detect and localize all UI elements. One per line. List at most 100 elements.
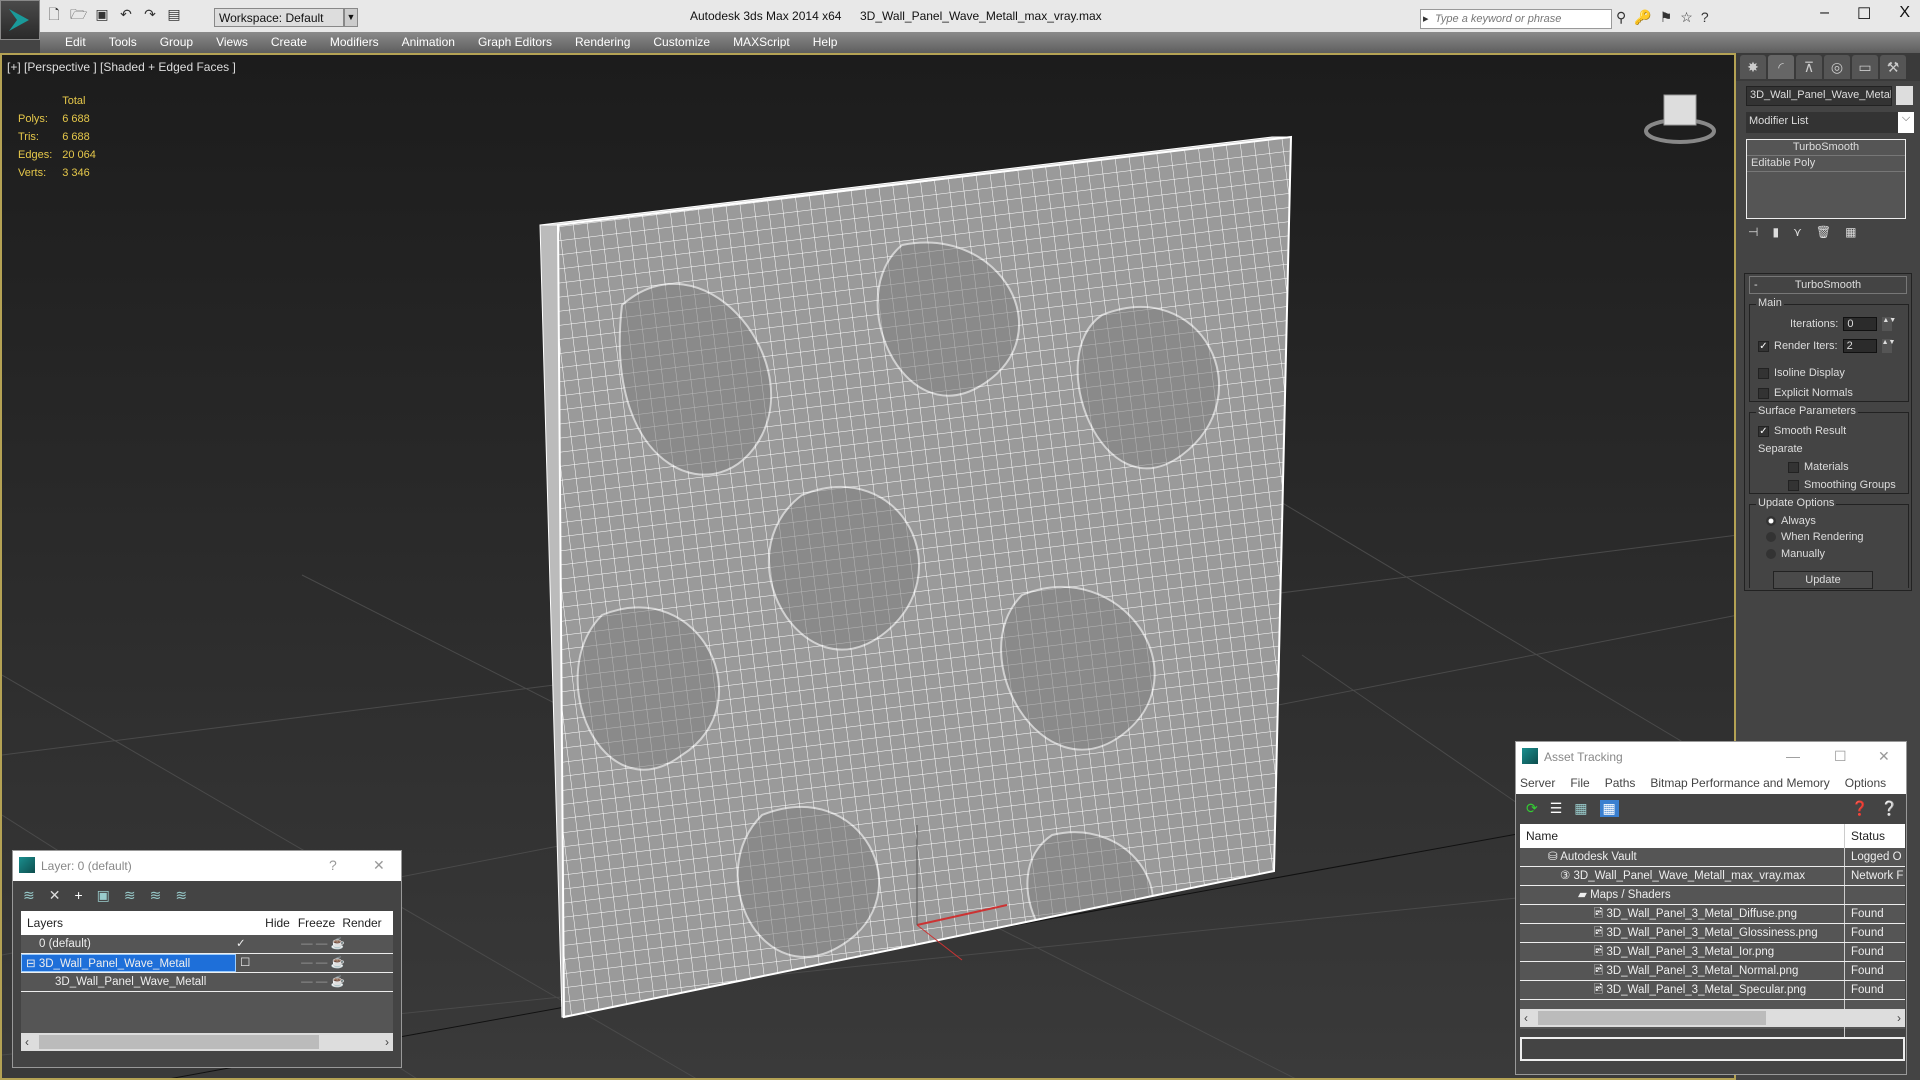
undo-icon[interactable]: ↶ <box>118 6 134 22</box>
open-file-icon[interactable]: 🗁 <box>70 6 87 22</box>
make-unique-icon[interactable]: ⋎ <box>1793 225 1802 239</box>
close-dialog-button[interactable]: ✕ <box>1878 748 1890 765</box>
remove-modifier-icon[interactable]: 🗑 <box>1816 225 1831 239</box>
refresh-icon[interactable]: ⟳ <box>1526 800 1538 817</box>
materials-checkbox[interactable] <box>1788 461 1799 473</box>
menu-file[interactable]: File <box>1570 776 1589 794</box>
render-iters-input[interactable]: 2 <box>1842 339 1877 353</box>
layer-row-selected[interactable]: ⊟ 3D_Wall_Panel_Wave_Metall ☐ — — ☕ <box>21 954 393 973</box>
column-header-layers[interactable]: Layers <box>21 911 236 935</box>
menu-modifiers[interactable]: Modifiers <box>319 32 391 53</box>
render-iters-spinner[interactable]: ▲▼ <box>1881 339 1895 353</box>
smoothing-groups-checkbox[interactable] <box>1788 479 1799 491</box>
help-icon[interactable]: ❔ <box>1881 800 1898 817</box>
binoculars-icon[interactable]: ⚲ <box>1616 9 1626 26</box>
new-file-icon[interactable]: 🗋 <box>46 6 62 22</box>
hierarchy-tab-icon[interactable]: ⊼ <box>1796 55 1822 79</box>
menu-customize[interactable]: Customize <box>642 32 722 53</box>
menu-animation[interactable]: Animation <box>391 32 467 53</box>
when-rendering-radio[interactable] <box>1766 532 1776 542</box>
workspace-dropdown[interactable]: Workspace: Default <box>214 8 344 27</box>
help-button[interactable]: ? <box>329 857 337 873</box>
new-layer-icon[interactable]: ≋ <box>23 887 35 904</box>
viewport-label[interactable]: [+] [Perspective ] [Shaded + Edged Faces… <box>7 60 236 74</box>
maximize-dialog-button[interactable]: ☐ <box>1834 748 1847 765</box>
iterations-input[interactable]: 0 <box>1843 317 1878 331</box>
scrollbar-thumb[interactable] <box>1538 1011 1766 1025</box>
menu-tools[interactable]: Tools <box>98 32 149 53</box>
current-layer-check[interactable]: ✓ <box>236 935 261 953</box>
isoline-checkbox[interactable] <box>1758 367 1769 379</box>
asset-row[interactable]: 🖻 3D_Wall_Panel_3_Metal_Specular.png Foun… <box>1520 981 1905 1000</box>
column-header-name[interactable]: Name <box>1520 824 1845 848</box>
column-header-freeze[interactable]: Freeze <box>294 911 339 935</box>
object-color-swatch[interactable] <box>1896 86 1913 105</box>
menu-help[interactable]: Help <box>802 32 850 53</box>
vault-help-icon[interactable]: ❓ <box>1851 800 1868 817</box>
menu-options[interactable]: Options <box>1845 776 1886 794</box>
select-objects-icon[interactable]: ▣ <box>97 887 110 904</box>
menu-edit[interactable]: Edit <box>54 32 98 53</box>
manually-radio[interactable] <box>1766 549 1776 559</box>
menu-maxscript[interactable]: MAXScript <box>722 32 802 53</box>
hide-all-icon[interactable]: ≋ <box>150 887 162 904</box>
asset-row[interactable]: 🖻 3D_Wall_Panel_3_Metal_Diffuse.png Found <box>1520 905 1905 924</box>
object-row[interactable]: 3D_Wall_Panel_Wave_Metall — — ☕ <box>21 973 393 992</box>
subscription-icon[interactable]: 🔑 <box>1634 9 1651 26</box>
asset-row[interactable]: 🖻 3D_Wall_Panel_3_Metal_Ior.png Found <box>1520 943 1905 962</box>
menu-group[interactable]: Group <box>149 32 205 53</box>
menu-create[interactable]: Create <box>260 32 319 53</box>
minimize-dialog-button[interactable]: — <box>1786 748 1800 764</box>
tree-view-icon[interactable]: ▦ <box>1574 800 1587 817</box>
menu-rendering[interactable]: Rendering <box>564 32 642 53</box>
motion-tab-icon[interactable]: ◎ <box>1824 55 1850 79</box>
layer-row[interactable]: 0 (default) ✓ — — ☕ <box>21 935 393 954</box>
save-icon[interactable]: ▣ <box>94 6 110 22</box>
favorites-star-icon[interactable]: ☆ <box>1680 9 1693 26</box>
app-logo-button[interactable] <box>0 0 40 40</box>
table-view-icon[interactable]: ▦ <box>1599 799 1619 817</box>
menu-server[interactable]: Server <box>1520 776 1555 794</box>
show-end-result-icon[interactable]: ▮ <box>1772 225 1779 239</box>
add-to-layer-icon[interactable]: + <box>74 887 82 903</box>
maximize-button[interactable]: ☐ <box>1857 4 1871 24</box>
asset-row[interactable]: ▰ Maps / Shaders <box>1520 886 1905 905</box>
render-iters-checkbox[interactable]: ✓ <box>1758 340 1769 352</box>
horizontal-scrollbar[interactable]: ‹ › <box>1520 1009 1905 1027</box>
asset-row[interactable]: ③ 3D_Wall_Panel_Wave_Metall_max_vray.max… <box>1520 867 1905 886</box>
scrollbar-thumb[interactable] <box>39 1035 319 1049</box>
communication-icon[interactable]: ⚑ <box>1660 9 1673 26</box>
freeze-all-icon[interactable]: ≋ <box>175 887 187 904</box>
list-view-icon[interactable]: ☰ <box>1550 800 1563 817</box>
object-name-field[interactable]: 3D_Wall_Panel_Wave_Metall <box>1746 86 1892 106</box>
iterations-spinner[interactable]: ▲▼ <box>1882 317 1896 331</box>
utilities-tab-icon[interactable]: ⚒ <box>1880 55 1906 79</box>
stack-item-editable-poly[interactable]: Editable Poly <box>1747 156 1905 172</box>
current-layer-check[interactable]: ☐ <box>236 954 261 972</box>
project-folder-icon[interactable]: ▤ <box>166 6 182 22</box>
redo-icon[interactable]: ↷ <box>142 6 158 22</box>
delete-layer-icon[interactable]: ✕ <box>49 887 61 904</box>
always-radio[interactable] <box>1766 516 1776 526</box>
menu-bitmap-performance[interactable]: Bitmap Performance and Memory <box>1650 776 1829 794</box>
close-dialog-button[interactable]: ✕ <box>373 857 385 874</box>
menu-graph-editors[interactable]: Graph Editors <box>467 32 564 53</box>
display-tab-icon[interactable]: ▭ <box>1852 55 1878 79</box>
asset-row[interactable]: ⛁ Autodesk Vault Logged O <box>1520 848 1905 867</box>
asset-row[interactable]: 🖻 3D_Wall_Panel_3_Metal_Normal.png Found <box>1520 962 1905 981</box>
horizontal-scrollbar[interactable]: ‹ › <box>21 1033 393 1051</box>
search-input[interactable]: Type a keyword or phrase <box>1420 9 1612 29</box>
customize-toolbar-arrow[interactable]: ▼ <box>344 8 358 27</box>
help-icon[interactable]: ? <box>1701 9 1709 26</box>
minimize-button[interactable]: – <box>1820 4 1829 24</box>
modify-tab-icon[interactable]: ◜ <box>1768 55 1794 79</box>
smooth-result-checkbox[interactable]: ✓ <box>1758 425 1769 437</box>
configure-sets-icon[interactable]: ▦ <box>1845 225 1856 239</box>
column-header-hide[interactable]: Hide <box>261 911 294 935</box>
update-button[interactable]: Update <box>1773 571 1873 589</box>
column-header-status[interactable]: Status <box>1845 824 1885 848</box>
menu-views[interactable]: Views <box>205 32 260 53</box>
viewcube-icon[interactable] <box>1644 94 1716 144</box>
menu-paths[interactable]: Paths <box>1605 776 1636 794</box>
explicit-normals-checkbox[interactable] <box>1758 387 1769 399</box>
